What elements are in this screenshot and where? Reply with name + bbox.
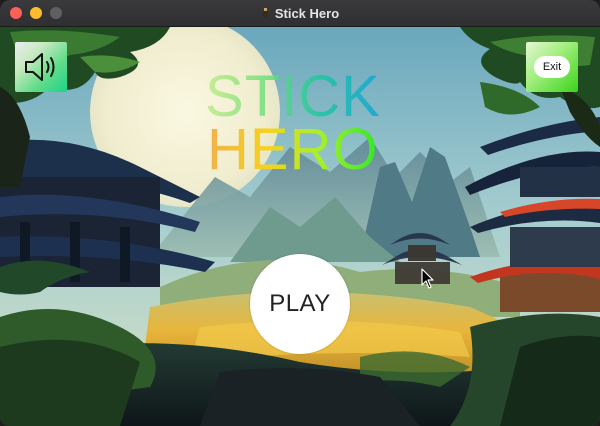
close-button[interactable]: [10, 7, 22, 19]
exit-button[interactable]: Exit: [526, 42, 578, 92]
title-group: Stick Hero: [261, 6, 339, 21]
landscape-illustration: [0, 27, 600, 426]
minimize-button[interactable]: [30, 7, 42, 19]
speaker-icon: [25, 53, 55, 81]
sound-toggle-button[interactable]: [15, 42, 67, 92]
mouse-pointer-icon: [421, 268, 434, 289]
window-title: Stick Hero: [274, 5, 340, 21]
window-controls: [10, 7, 62, 19]
app-window: Stick Hero Exit PLAY: [0, 0, 600, 426]
app-icon: [262, 8, 268, 18]
play-label: PLAY: [269, 290, 331, 317]
zoom-button[interactable]: [50, 7, 62, 19]
menu-background: [0, 27, 600, 426]
exit-label-pill: Exit: [534, 56, 570, 78]
play-button[interactable]: PLAY: [250, 254, 350, 354]
exit-label: Exit: [542, 61, 562, 73]
title-bar[interactable]: Stick Hero: [0, 0, 600, 27]
